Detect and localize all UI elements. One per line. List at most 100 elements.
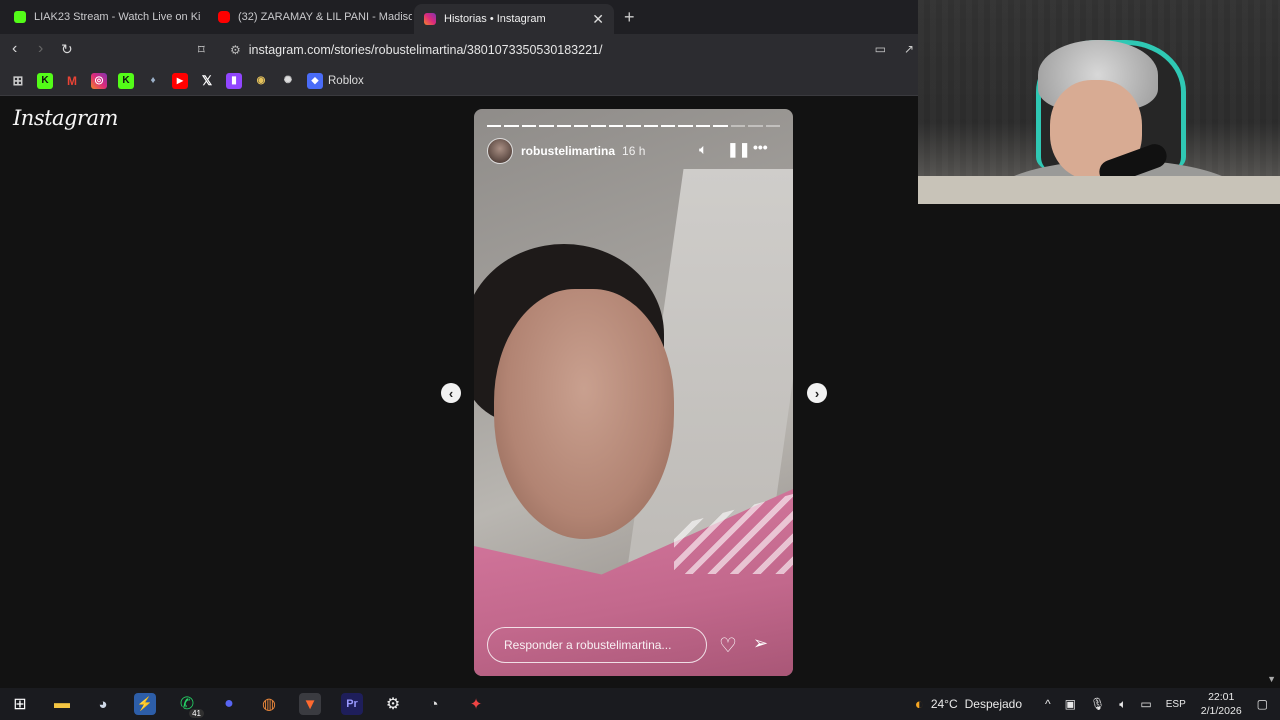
instagram-icon xyxy=(424,13,436,25)
desk xyxy=(918,176,1280,204)
back-icon[interactable]: ‹ xyxy=(12,40,17,58)
scroll-down-icon[interactable]: ▼ xyxy=(1267,674,1276,684)
clock[interactable]: 22:01 2/1/2026 xyxy=(1201,690,1242,718)
progress-segment xyxy=(556,125,572,127)
progress-segment xyxy=(713,125,728,127)
story-header: robustelimartina 16 h 🔈︎ ❚❚ ••• xyxy=(487,137,780,165)
windows-start-icon[interactable]: ⊞ xyxy=(9,693,31,715)
youtube-bookmark-icon[interactable]: ▶ xyxy=(172,72,188,89)
tab-label: LIAK23 Stream - Watch Live on Ki xyxy=(34,11,201,23)
instagram-bookmark-icon[interactable]: ◎ xyxy=(91,72,107,89)
progress-segment xyxy=(748,125,763,127)
taskbar: ⊞ ▬ ◕ ⚡ ✆ 41 ● ◍ ▼ Pr ⚙ ◔ ✦ ◐ 24°C Despej… xyxy=(0,688,1280,720)
address-bar[interactable]: ⚙ instagram.com/stories/robustelimartina… xyxy=(224,38,918,62)
story-image-face xyxy=(494,289,674,539)
toolbar-right: ▭ ↗ xyxy=(875,42,918,56)
instagram-logo[interactable]: Instagram xyxy=(13,106,118,130)
bookmarks-bar: ⊞ K M ◎ K ♦ ▶ 𝕏 ▮ ◉ ✺ ◆ Roblox xyxy=(0,66,918,96)
kick-bookmark-icon[interactable]: K xyxy=(37,72,53,89)
more-options-icon[interactable]: ••• xyxy=(753,139,768,155)
progress-segment xyxy=(643,125,659,127)
reload-icon[interactable]: ↻ xyxy=(61,41,73,58)
weather-desc[interactable]: Despejado xyxy=(965,697,1022,711)
forward-icon[interactable]: › xyxy=(38,40,43,58)
progress-segment xyxy=(678,125,693,127)
roblox-icon: ◆ xyxy=(307,72,323,89)
progress-segment xyxy=(730,125,746,127)
next-story-button[interactable]: › xyxy=(807,383,827,403)
device-icon[interactable]: ▣ xyxy=(1065,697,1076,711)
instagram-page: Instagram ‹ › robustelimartina 16 h 🔈︎ ❚… xyxy=(0,96,918,688)
progress-segment xyxy=(695,125,711,127)
apps-grid-icon[interactable]: ⊞ xyxy=(10,73,26,89)
reply-input[interactable]: Responder a robustelimartina... xyxy=(487,627,707,663)
discord-icon[interactable]: ● xyxy=(218,693,240,715)
progress-segment xyxy=(765,125,780,127)
kick-icon xyxy=(14,11,26,23)
progress-segment xyxy=(521,125,537,127)
speaker-icon[interactable]: 🔈︎ xyxy=(1119,697,1126,712)
webcam-overlay xyxy=(918,0,1280,204)
tab-youtube[interactable]: (32) ZARAMAY & LIL PANI - Madison xyxy=(208,4,412,30)
progress-segment xyxy=(591,125,606,127)
whatsapp-icon[interactable]: ✆ 41 xyxy=(176,693,204,718)
tab-label: (32) ZARAMAY & LIL PANI - Madison xyxy=(238,11,412,23)
reply-placeholder: Responder a robustelimartina... xyxy=(504,638,672,652)
network-icon[interactable]: ▭ xyxy=(1140,697,1151,711)
obs-icon[interactable]: ◔ xyxy=(423,693,445,715)
weather-temp[interactable]: 24°C xyxy=(931,697,958,711)
send-icon[interactable]: ➢ xyxy=(753,633,768,654)
youtube-icon xyxy=(218,11,230,23)
url-text: instagram.com/stories/robustelimartina/3… xyxy=(248,43,603,57)
system-tray: ◐ 24°C Despejado ^ ▣ 🎙︎ 🔈︎ ▭ ESP 22:01 2… xyxy=(908,688,1280,720)
progress-segment xyxy=(574,125,589,127)
clock-time: 22:01 xyxy=(1208,691,1235,703)
chevron-up-icon[interactable]: ^ xyxy=(1045,697,1051,711)
notifications-icon[interactable]: ▢ xyxy=(1257,697,1268,711)
clock-date: 2/1/2026 xyxy=(1200,705,1242,717)
close-tab-icon[interactable]: ✕ xyxy=(584,11,604,28)
story-username[interactable]: robustelimartina xyxy=(521,144,615,158)
avatar[interactable] xyxy=(487,138,513,164)
new-tab-icon[interactable]: + xyxy=(624,7,635,28)
coin-icon[interactable]: ◉ xyxy=(253,73,269,89)
file-explorer-icon[interactable]: ▬ xyxy=(51,693,73,715)
story-viewer[interactable]: robustelimartina 16 h 🔈︎ ❚❚ ••• Responde… xyxy=(474,109,793,676)
gmail-icon[interactable]: M xyxy=(64,73,80,89)
app-orange-icon[interactable]: ◍ xyxy=(258,693,280,715)
x-icon[interactable]: 𝕏 xyxy=(199,73,215,89)
progress-segment xyxy=(626,125,641,127)
browser-window: LIAK23 Stream - Watch Live on Ki (32) ZA… xyxy=(0,0,918,688)
microphone-icon[interactable]: 🎙︎ xyxy=(1090,697,1105,711)
app-icon[interactable]: ⚡ xyxy=(134,693,156,715)
settings-gear-icon[interactable]: ⚙ xyxy=(382,693,404,715)
site-settings-icon[interactable]: ⚙ xyxy=(230,43,241,57)
story-time: 16 h xyxy=(622,144,646,158)
openai-icon[interactable]: ✺ xyxy=(280,73,296,89)
tab-instagram[interactable]: Historias • Instagram ✕ xyxy=(414,4,614,34)
steam-icon[interactable]: ◕ xyxy=(92,693,114,715)
tab-kick[interactable]: LIAK23 Stream - Watch Live on Ki xyxy=(4,4,204,30)
cast-icon[interactable]: ▭ xyxy=(875,42,886,56)
previous-story-button[interactable]: ‹ xyxy=(441,383,461,403)
weather-icon[interactable]: ◐ xyxy=(915,696,924,713)
progress-segment xyxy=(539,125,554,127)
app-red-icon[interactable]: ✦ xyxy=(465,693,487,715)
pause-icon[interactable]: ❚❚ xyxy=(727,141,750,158)
progress-segment xyxy=(608,125,624,127)
diamond-icon[interactable]: ♦ xyxy=(145,73,161,89)
language-indicator[interactable]: ESP xyxy=(1166,699,1186,710)
kick-bookmark-icon-2[interactable]: K xyxy=(118,72,134,89)
share-icon[interactable]: ↗ xyxy=(904,42,914,56)
right-background xyxy=(918,204,1280,688)
heart-icon[interactable]: ♡ xyxy=(719,633,737,658)
twitch-icon[interactable]: ▮ xyxy=(226,72,242,89)
bookmark-roblox[interactable]: ◆ Roblox xyxy=(307,72,364,89)
address-toolbar: ‹ › ↻ ⌑ ⚙ instagram.com/stories/robustel… xyxy=(0,34,918,66)
progress-segment xyxy=(661,125,676,127)
volume-icon[interactable]: 🔈︎ xyxy=(699,141,707,158)
brave-browser-icon[interactable]: ▼ xyxy=(299,693,321,715)
bookmark-icon[interactable]: ⌑ xyxy=(198,42,205,58)
premiere-pro-icon[interactable]: Pr xyxy=(341,693,363,715)
tab-strip: LIAK23 Stream - Watch Live on Ki (32) ZA… xyxy=(0,0,918,34)
